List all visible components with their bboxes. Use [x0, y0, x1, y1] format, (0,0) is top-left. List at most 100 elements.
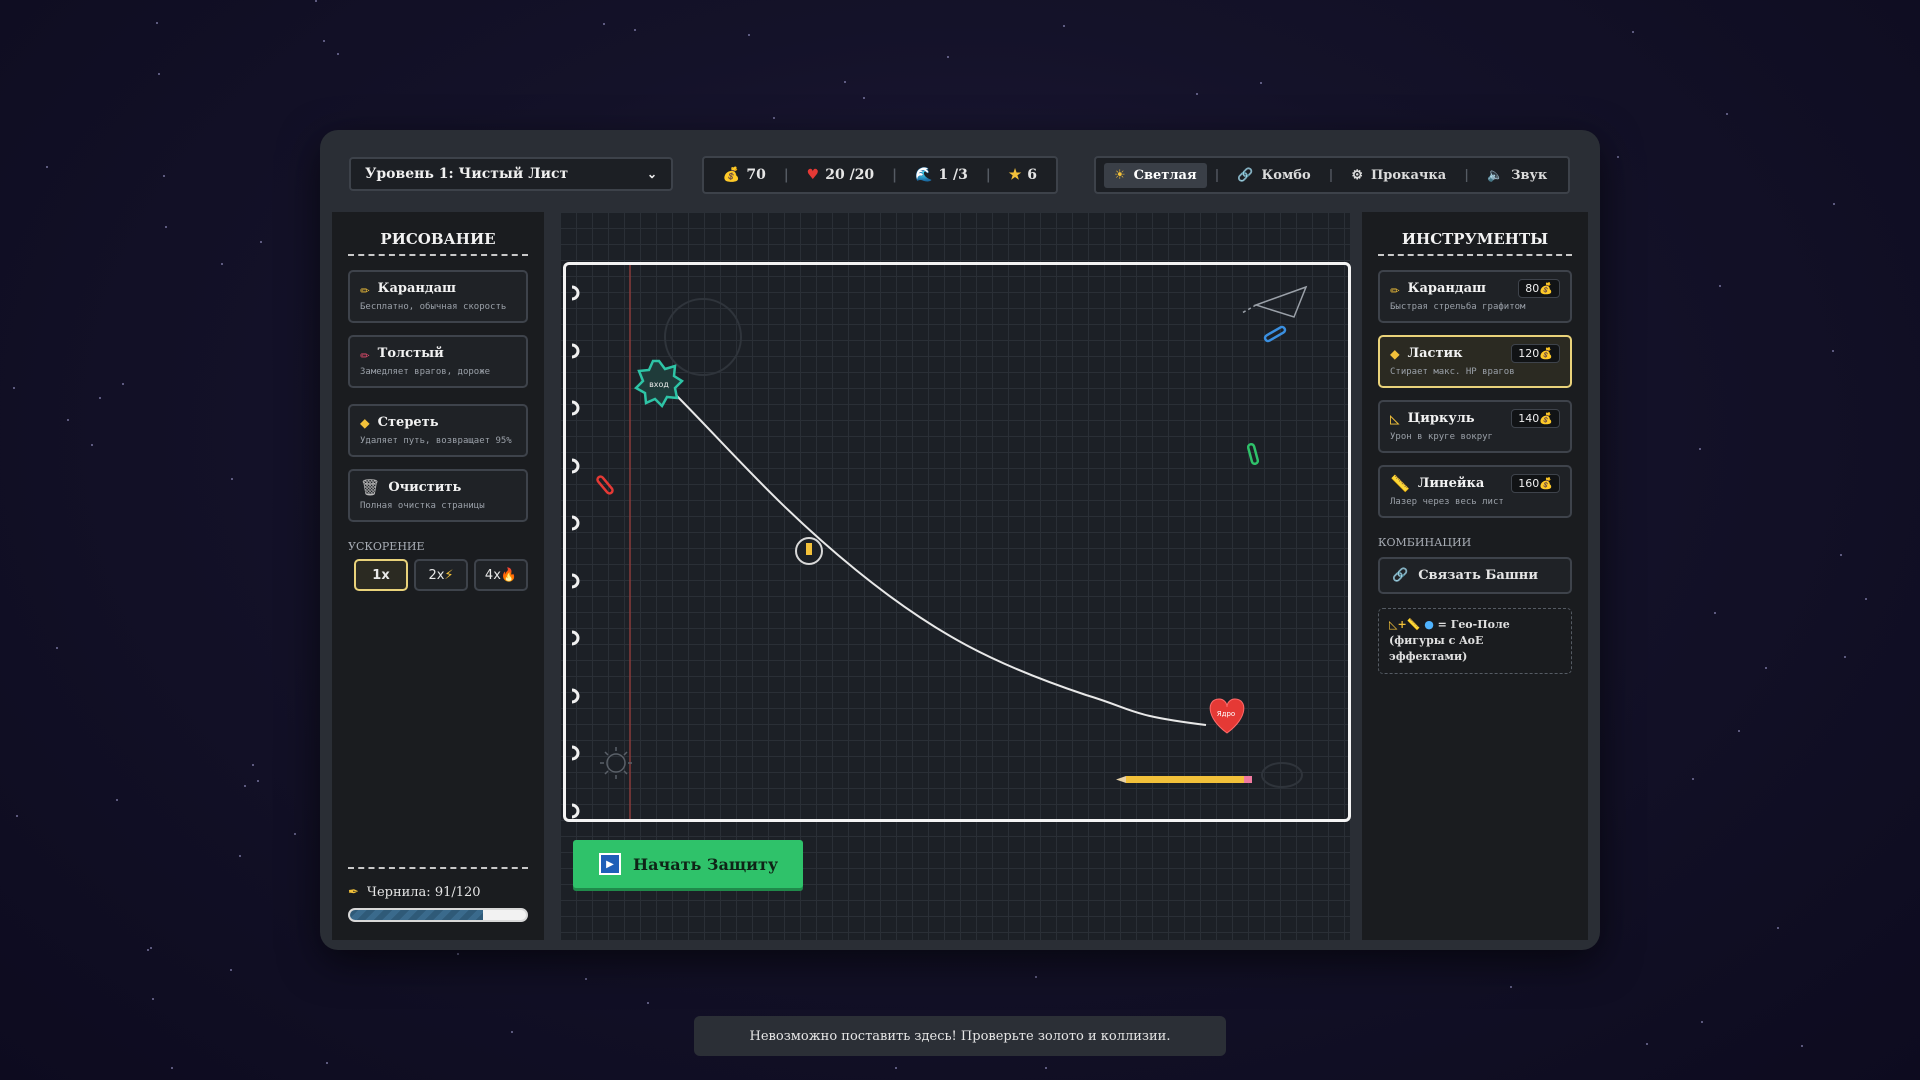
stars-stat: ★ 6: [1009, 167, 1037, 183]
background-star: [239, 855, 241, 857]
green-paperclip: [1246, 442, 1260, 466]
background-star: [150, 947, 152, 949]
pencil-tower-icon: ✏: [1390, 279, 1400, 298]
speaker-icon: 🔈: [1486, 167, 1504, 183]
lives-value: 20 /20: [825, 167, 875, 183]
background-star: [16, 815, 18, 817]
background-star: [152, 998, 154, 1000]
lives-stat: ♥ 20 /20: [807, 167, 875, 183]
core-label: Ядро: [1217, 710, 1235, 718]
background-star: [1832, 350, 1834, 352]
gold-stat: 💰 70: [723, 167, 766, 183]
start-defense-button[interactable]: ▶ Начать Защиту: [573, 840, 803, 888]
start-defense-label: Начать Защиту: [633, 854, 779, 874]
tower-compass[interactable]: ◺ Циркуль 140💰 Урон в круге вокруг: [1378, 400, 1572, 453]
background-star: [165, 226, 167, 228]
background-star: [1701, 1021, 1703, 1023]
tower-compass-cost: 140💰: [1511, 409, 1560, 428]
background-star: [1260, 82, 1262, 84]
map-svg: вход Ядро: [571, 265, 1308, 819]
background-star: [647, 1002, 649, 1004]
combo-formula-icons: ◺+📏: [1389, 618, 1421, 631]
speed-1x-button[interactable]: 1x: [354, 559, 408, 591]
link-icon: 🔗: [1237, 167, 1254, 183]
link-towers-button[interactable]: 🔗 Связать Башни: [1378, 557, 1572, 594]
combos-section-label: КОМБИНАЦИИ: [1378, 536, 1472, 549]
background-star: [511, 1031, 513, 1033]
speed-2x-button[interactable]: 2x ⚡: [414, 559, 468, 591]
ink-bar-fill: [350, 910, 484, 920]
background-star: [1726, 113, 1728, 115]
notebook-page[interactable]: вход Ядро: [563, 262, 1351, 822]
background-star: [252, 764, 254, 766]
background-star: [260, 241, 262, 243]
tool-thick[interactable]: ✏ Толстый Замедляет врагов, дороже: [348, 335, 528, 388]
tower-pencil[interactable]: ✏ Карандаш 80💰 Быстрая стрельба графитом: [1378, 270, 1572, 323]
tower-eraser-desc: Стирает макс. HP врагов: [1390, 367, 1515, 377]
theme-label: Светлая: [1133, 167, 1197, 183]
background-star: [13, 387, 15, 389]
speed-4x-button[interactable]: 4x 🔥: [474, 559, 528, 591]
triangle-ruler-icon: ◺: [1390, 409, 1400, 428]
gold-bag-icon: 💰: [722, 167, 741, 183]
tools-panel-title: ИНСТРУМЕНТЫ: [1378, 230, 1572, 256]
tower-pencil-cost: 80💰: [1518, 279, 1560, 298]
tool-pencil[interactable]: ✏ Карандаш Бесплатно, обычная скорость: [348, 270, 528, 323]
combo-info-box: ◺+📏 ● = Гео-Поле (фигуры с AoE эффектами…: [1378, 608, 1572, 674]
tower-ruler[interactable]: 📏 Линейка 160💰 Лазер через весь лист: [1378, 465, 1572, 518]
game-board[interactable]: вход Ядро ▶ Начать Защиту: [560, 212, 1351, 940]
thick-pen-icon: ✏: [360, 344, 370, 363]
background-star: [1719, 285, 1721, 287]
paper-plane-doodle: [1241, 285, 1308, 318]
background-star: [1833, 203, 1835, 205]
tool-erase[interactable]: ◆ Стереть Удаляет путь, возвращает 95%: [348, 404, 528, 457]
background-star: [895, 1067, 897, 1069]
drawing-panel-title: РИСОВАНИЕ: [348, 230, 528, 256]
background-star: [99, 397, 101, 399]
background-star: [1699, 448, 1701, 450]
speed-controls: 1x 2x ⚡ 4x 🔥: [354, 559, 528, 591]
theme-toggle-button[interactable]: ☀ Светлая: [1104, 162, 1207, 188]
level-select-value: Уровень 1: Чистый Лист: [365, 166, 569, 182]
combo-button[interactable]: 🔗 Комбо: [1227, 163, 1320, 188]
tool-pencil-name: Карандаш: [377, 281, 456, 296]
background-star: [748, 34, 750, 36]
background-star: [1777, 927, 1779, 929]
tower-compass-name: Циркуль: [1407, 411, 1475, 426]
tool-erase-name: Стереть: [377, 415, 439, 430]
chevron-down-icon: ⌄: [646, 167, 657, 181]
background-star: [1617, 156, 1619, 158]
pencil-tower: [795, 537, 823, 565]
background-star: [1765, 667, 1767, 669]
background-star: [163, 175, 165, 177]
tool-clear[interactable]: 🗑 Очистить Полная очистка страницы: [348, 469, 528, 522]
background-star: [257, 780, 259, 782]
background-star: [844, 81, 846, 83]
background-star: [46, 166, 48, 168]
tower-ruler-cost: 160💰: [1511, 474, 1560, 493]
binder-rings: [571, 285, 580, 819]
background-star: [1844, 656, 1846, 658]
tower-eraser[interactable]: ◆ Ластик 120💰 Стирает макс. HP врагов: [1378, 335, 1572, 388]
speed-section-label: УСКОРЕНИЕ: [348, 540, 425, 553]
eraser-icon: ◆: [360, 413, 370, 432]
eraser-tower-icon: ◆: [1390, 344, 1400, 363]
sound-button[interactable]: 🔈 Звук: [1477, 163, 1557, 188]
background-star: [147, 949, 149, 951]
background-star: [1840, 554, 1842, 556]
background-star: [1510, 986, 1512, 988]
speed-4x-label: 4x: [484, 567, 501, 583]
wave-stat: 🌊 1 /3: [915, 167, 968, 183]
fire-icon: 🔥: [500, 567, 518, 583]
tower-eraser-name: Ластик: [1407, 346, 1463, 361]
ink-label: Чернила: 91/120: [366, 885, 481, 900]
level-select[interactable]: Уровень 1: Чистый Лист ⌄: [349, 157, 673, 191]
background-star: [337, 53, 339, 55]
background-star: [1035, 976, 1037, 978]
upgrade-button[interactable]: ⚙ Прокачка: [1341, 163, 1456, 188]
sun-doodle: [600, 747, 632, 779]
trash-icon: 🗑: [360, 478, 381, 497]
lightning-icon: ⚡: [444, 567, 454, 583]
background-star: [171, 1067, 173, 1069]
background-star: [1063, 25, 1065, 27]
